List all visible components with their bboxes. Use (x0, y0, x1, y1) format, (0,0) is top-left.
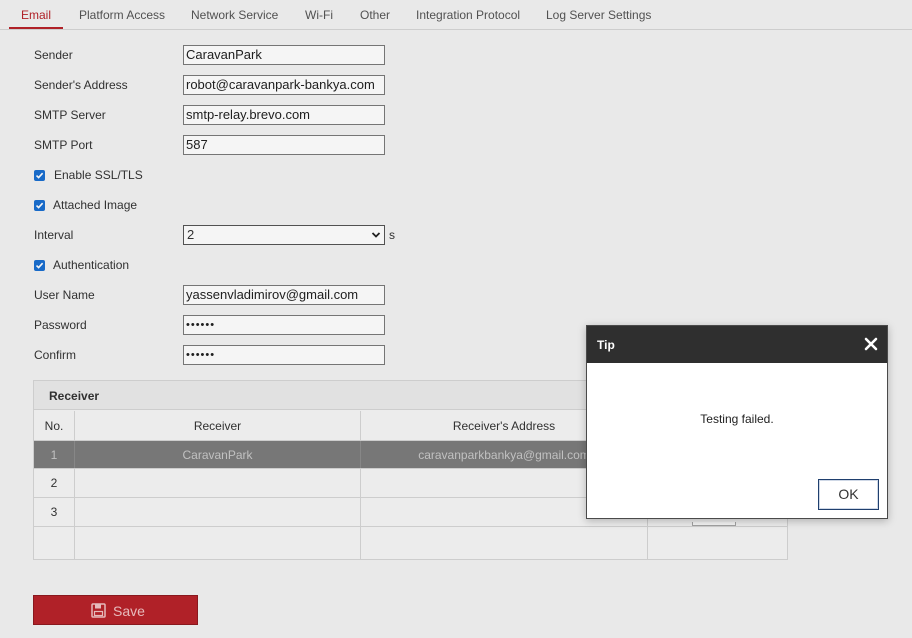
dialog-message: Testing failed. (700, 412, 774, 426)
dialog-header: Tip (587, 326, 887, 363)
close-icon[interactable] (863, 336, 879, 352)
ok-button[interactable]: OK (818, 479, 879, 510)
dialog-title: Tip (597, 338, 615, 352)
modal-overlay (0, 0, 912, 638)
tip-dialog: Tip Testing failed. OK (586, 325, 888, 519)
